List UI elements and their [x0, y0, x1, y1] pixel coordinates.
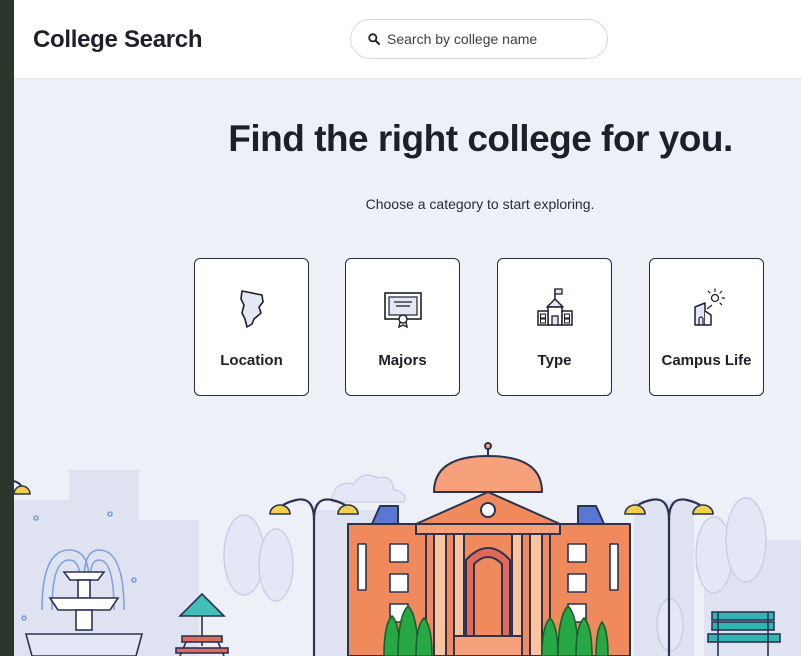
app-title[interactable]: College Search — [33, 26, 203, 54]
category-label: Majors — [378, 352, 427, 369]
page: College Search Find the right college fo… — [14, 0, 801, 656]
hero-title: Find the right college for you. — [228, 118, 733, 159]
category-card-majors[interactable]: Majors — [345, 258, 460, 396]
cloud — [331, 474, 406, 503]
search-icon — [368, 33, 380, 45]
category-label: Location — [220, 352, 283, 369]
school-building-icon — [536, 288, 573, 326]
header: College Search — [14, 0, 801, 79]
map-state-icon — [239, 290, 264, 328]
category-card-campus-life[interactable]: Campus Life — [649, 258, 764, 396]
category-card-type[interactable]: Type — [497, 258, 612, 396]
lamp-post — [14, 480, 31, 495]
category-label: Type — [537, 352, 572, 369]
category-card-location[interactable]: Location — [194, 258, 309, 396]
campus-illustration — [14, 442, 801, 656]
search-box[interactable] — [350, 19, 608, 59]
search-input[interactable] — [387, 29, 597, 49]
hero-subtitle: Choose a category to start exploring. — [365, 196, 595, 212]
category-label: Campus Life — [661, 352, 752, 369]
campus-life-icon — [693, 288, 725, 326]
diploma-icon — [383, 292, 422, 329]
